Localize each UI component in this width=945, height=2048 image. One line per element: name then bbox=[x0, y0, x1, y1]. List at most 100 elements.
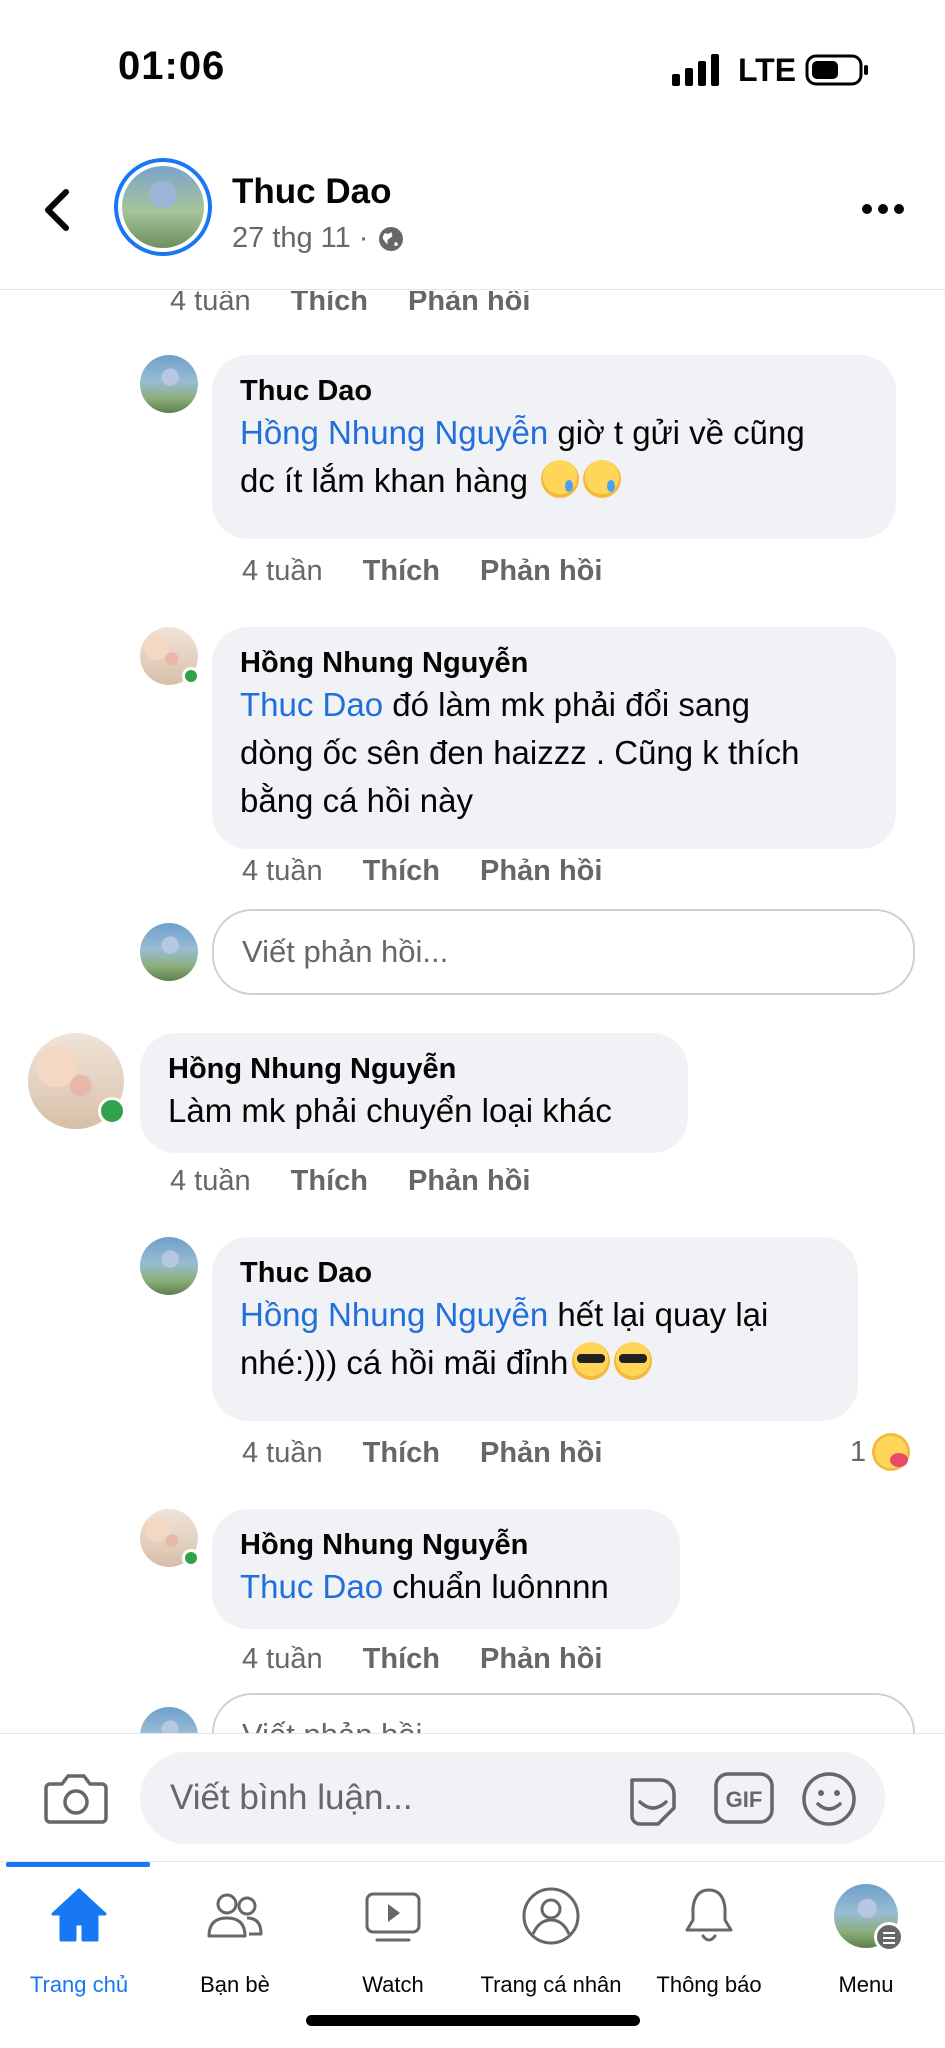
comment-actions: 4 tuần Thích Phản hồi bbox=[242, 855, 602, 888]
avatar bbox=[140, 1707, 198, 1733]
tab-label: Watch bbox=[362, 1972, 424, 1997]
post-author-name[interactable]: Thuc Dao bbox=[232, 172, 391, 212]
comment-time: 4 tuần bbox=[242, 555, 323, 587]
reply-button[interactable]: Phản hồi bbox=[408, 291, 530, 318]
comment-text: Hồng Nhung Nguyễn hết lại quay lại nhé:)… bbox=[240, 1296, 769, 1381]
commenter-name[interactable]: Thuc Dao bbox=[240, 373, 868, 409]
status-bar: 01:06 LTE bbox=[0, 0, 945, 130]
like-button[interactable]: Thích bbox=[363, 1643, 440, 1676]
crying-emoji-icon bbox=[541, 460, 580, 498]
battery-icon bbox=[805, 54, 868, 86]
bell-icon bbox=[685, 1888, 733, 1942]
reaction-count: 1 bbox=[850, 1435, 867, 1468]
comment-time: 4 tuần bbox=[242, 1643, 323, 1675]
tab-home[interactable]: Trang chủ bbox=[0, 1884, 158, 1997]
tab-label: Trang chủ bbox=[29, 1972, 129, 1997]
comment-actions: 4 tuần Thích Phản hồi bbox=[242, 555, 602, 588]
crying-emoji-icon bbox=[583, 460, 622, 498]
like-button[interactable]: Thích bbox=[363, 1437, 440, 1470]
tab-label: Thông báo bbox=[656, 1972, 762, 1997]
post-date[interactable]: 27 thg 11 bbox=[232, 222, 351, 255]
commenter-name[interactable]: Hồng Nhung Nguyễn bbox=[168, 1051, 660, 1087]
gif-label: GIF bbox=[726, 1787, 763, 1812]
comment-text: Thuc Dao đó làm mk phải đổi sang dòng ốc… bbox=[240, 686, 800, 819]
reaction-summary[interactable]: 1 bbox=[850, 1433, 911, 1471]
like-button[interactable]: Thích bbox=[291, 291, 368, 318]
comment-input[interactable]: Viết bình luận... GIF bbox=[140, 1752, 885, 1844]
comment-actions: 4 tuần Thích Phản hồi bbox=[242, 1437, 602, 1470]
active-tab-indicator bbox=[6, 1862, 150, 1867]
commenter-name[interactable]: Hồng Nhung Nguyễn bbox=[240, 1527, 652, 1563]
online-indicator bbox=[182, 1549, 200, 1567]
tab-label: Bạn bè bbox=[200, 1972, 270, 1997]
tab-profile[interactable]: Trang cá nhân bbox=[472, 1884, 630, 1997]
comment-text: Làm mk phải chuyển loại khác bbox=[168, 1092, 612, 1129]
menu-avatar bbox=[834, 1884, 904, 1952]
status-time: 01:06 bbox=[118, 44, 226, 88]
watch-icon bbox=[365, 1892, 421, 1942]
avatar[interactable] bbox=[140, 627, 200, 685]
comment-bubble: Hồng Nhung Nguyễn Thuc Dao chuẩn luônnnn bbox=[212, 1509, 680, 1629]
reply-button[interactable]: Phản hồi bbox=[480, 555, 602, 588]
tab-menu[interactable]: Menu bbox=[787, 1884, 945, 1997]
globe-icon bbox=[379, 226, 404, 251]
online-indicator bbox=[98, 1097, 126, 1125]
comment-actions: 4 tuần Thích Phản hồi bbox=[242, 1643, 602, 1676]
reply-input[interactable]: Viết phản hồi... bbox=[212, 1693, 915, 1733]
avatar[interactable] bbox=[28, 1033, 126, 1129]
comment-text: Thuc Dao chuẩn luônnnn bbox=[240, 1568, 609, 1605]
comment-time: 4 tuần bbox=[242, 855, 323, 887]
online-indicator bbox=[182, 667, 200, 685]
author-avatar[interactable] bbox=[114, 158, 212, 256]
emoji-icon[interactable] bbox=[800, 1770, 858, 1828]
signal-icon bbox=[672, 54, 719, 86]
avatar[interactable] bbox=[140, 355, 198, 413]
friends-icon bbox=[207, 1893, 263, 1938]
sticker-icon[interactable] bbox=[624, 1772, 682, 1830]
tab-watch[interactable]: Watch bbox=[314, 1884, 472, 1997]
mention-link[interactable]: Thuc Dao bbox=[240, 686, 383, 723]
comment-time: 4 tuần bbox=[170, 291, 251, 317]
tab-friends[interactable]: Bạn bè bbox=[156, 1884, 314, 1997]
like-button[interactable]: Thích bbox=[363, 555, 440, 588]
profile-icon bbox=[522, 1887, 580, 1945]
post-meta: 27 thg 11 · bbox=[232, 222, 406, 255]
sunglasses-emoji-icon bbox=[614, 1342, 653, 1380]
back-arrow-icon[interactable] bbox=[38, 180, 78, 240]
gif-icon[interactable]: GIF bbox=[714, 1772, 774, 1824]
comment-actions: 4 tuần Thích Phản hồi bbox=[170, 291, 530, 318]
mention-link[interactable]: Thuc Dao bbox=[240, 1568, 383, 1605]
comment-time: 4 tuần bbox=[242, 1437, 323, 1469]
tab-notifications[interactable]: Thông báo bbox=[630, 1884, 788, 1997]
meta-separator: · bbox=[358, 222, 369, 254]
comment-bubble: Hồng Nhung Nguyễn Làm mk phải chuyển loạ… bbox=[140, 1033, 688, 1153]
reply-button[interactable]: Phản hồi bbox=[480, 855, 602, 888]
comment-bubble: Thuc Dao Hồng Nhung Nguyễn hết lại quay … bbox=[212, 1237, 858, 1421]
comments-list: 4 tuần Thích Phản hồi Thuc Dao Hồng Nhun… bbox=[0, 291, 945, 1733]
tab-label: Trang cá nhân bbox=[480, 1972, 622, 1997]
commenter-name[interactable]: Hồng Nhung Nguyễn bbox=[240, 645, 868, 681]
menu-hamburger-icon bbox=[874, 1922, 904, 1952]
reply-button[interactable]: Phản hồi bbox=[480, 1643, 602, 1676]
like-button[interactable]: Thích bbox=[363, 855, 440, 888]
reply-button[interactable]: Phản hồi bbox=[480, 1437, 602, 1470]
like-button[interactable]: Thích bbox=[291, 1165, 368, 1198]
comment-text: Hồng Nhung Nguyễn giờ t gửi về cũng dc í… bbox=[240, 414, 805, 499]
comment-composer: Viết bình luận... GIF bbox=[0, 1733, 945, 1861]
camera-icon[interactable] bbox=[44, 1768, 108, 1826]
avatar[interactable] bbox=[140, 1237, 198, 1295]
comment-placeholder: Viết bình luận... bbox=[170, 1778, 413, 1817]
reply-input[interactable]: Viết phản hồi... bbox=[212, 909, 915, 995]
home-indicator bbox=[306, 2015, 640, 2026]
comment-bubble: Thuc Dao Hồng Nhung Nguyễn giờ t gửi về … bbox=[212, 355, 896, 539]
commenter-name[interactable]: Thuc Dao bbox=[240, 1255, 830, 1291]
comment-time: 4 tuần bbox=[170, 1165, 251, 1197]
more-options-icon[interactable] bbox=[862, 194, 912, 224]
comment-actions: 4 tuần Thích Phản hồi bbox=[170, 1165, 530, 1198]
mention-link[interactable]: Hồng Nhung Nguyễn bbox=[240, 414, 548, 451]
reply-button[interactable]: Phản hồi bbox=[408, 1165, 530, 1198]
avatar bbox=[140, 923, 198, 981]
avatar[interactable] bbox=[140, 1509, 200, 1567]
home-icon bbox=[51, 1888, 107, 1942]
mention-link[interactable]: Hồng Nhung Nguyễn bbox=[240, 1296, 548, 1333]
